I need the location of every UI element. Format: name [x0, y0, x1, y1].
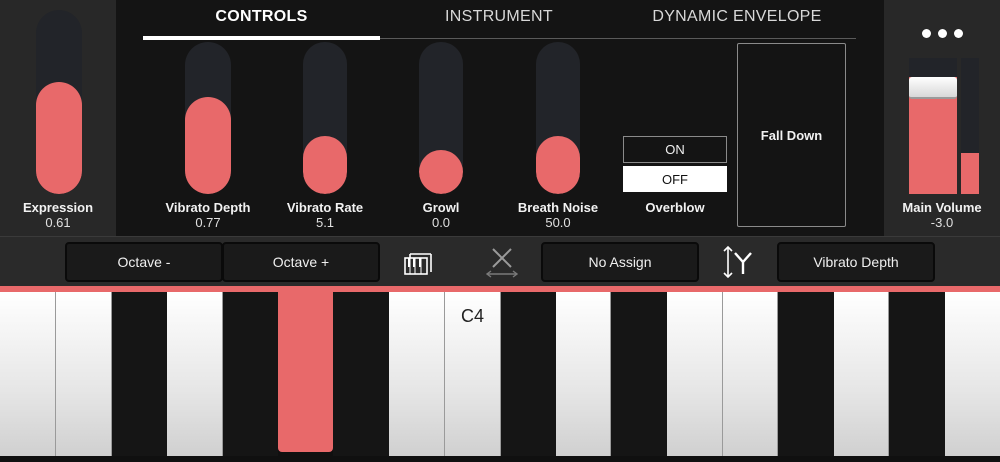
vibrato-rate-value: 5.1	[315, 215, 335, 230]
volume-meter	[961, 58, 979, 194]
black-key[interactable]	[501, 292, 556, 456]
volume-meter-fill	[961, 153, 979, 194]
black-key[interactable]	[889, 292, 945, 456]
x-assign-button[interactable]: No Assign	[541, 242, 699, 282]
white-key[interactable]	[723, 292, 778, 456]
main-volume-value: -3.0	[930, 215, 954, 230]
growl-value: 0.0	[431, 215, 451, 230]
more-icon[interactable]	[922, 28, 963, 40]
growl-slider[interactable]	[419, 42, 463, 194]
white-key[interactable]	[167, 292, 223, 456]
breath-noise-slider-fill	[536, 136, 580, 194]
vibrato-depth-label: Vibrato Depth	[165, 200, 251, 215]
vibrato-depth-value: 0.77	[195, 215, 221, 230]
white-key-c4[interactable]: C4	[445, 292, 501, 456]
expression-value: 0.61	[45, 215, 71, 230]
expression-slider-fill	[36, 81, 82, 194]
vibrato-depth-slider[interactable]	[185, 42, 231, 194]
vibrato-rate-slider[interactable]	[303, 42, 347, 194]
black-key[interactable]	[611, 292, 667, 456]
white-key[interactable]	[834, 292, 889, 456]
black-key[interactable]	[223, 292, 278, 456]
white-key[interactable]	[667, 292, 723, 456]
growl-slider-fill	[419, 150, 463, 194]
black-key[interactable]	[778, 292, 834, 456]
overblow-label: Overblow	[645, 200, 705, 215]
octave-down-button[interactable]: Octave -	[65, 242, 223, 282]
white-key[interactable]	[0, 292, 56, 456]
y-assign-button[interactable]: Vibrato Depth	[777, 242, 935, 282]
overblow-off-button[interactable]: OFF	[623, 166, 727, 192]
main-volume-panel: Main Volume -3.0	[884, 0, 1000, 236]
octave-up-button[interactable]: Octave +	[222, 242, 380, 282]
vibrato-rate-label: Vibrato Rate	[286, 200, 364, 215]
black-key[interactable]	[333, 292, 389, 456]
white-key[interactable]	[389, 292, 445, 456]
note-label: C4	[460, 306, 484, 326]
vibrato-rate-slider-fill	[303, 136, 347, 194]
x-axis-icon	[484, 246, 520, 278]
black-key[interactable]	[112, 292, 167, 456]
tab-dynamic-envelope[interactable]: DYNAMIC ENVELOPE	[618, 8, 856, 26]
breath-noise-slider[interactable]	[536, 42, 580, 194]
main-volume-label: Main Volume	[902, 200, 982, 215]
tab-active-underline	[143, 36, 380, 40]
white-key[interactable]	[56, 292, 112, 456]
fall-down-button[interactable]: Fall Down	[737, 43, 846, 227]
white-key[interactable]	[945, 292, 1000, 456]
keyboard-layout-icon[interactable]	[404, 250, 434, 276]
breath-noise-label: Breath Noise	[517, 200, 599, 215]
tab-instrument[interactable]: INSTRUMENT	[380, 8, 618, 26]
y-axis-icon	[720, 245, 756, 279]
active-key[interactable]	[278, 292, 333, 452]
expression-label: Expression	[22, 200, 94, 215]
fall-down-label: Fall Down	[760, 128, 823, 143]
vibrato-depth-slider-fill	[185, 96, 231, 194]
expression-panel: Expression 0.61	[0, 0, 116, 236]
expression-slider[interactable]	[36, 10, 82, 194]
growl-label: Growl	[422, 200, 460, 215]
overblow-on-button[interactable]: ON	[623, 136, 727, 163]
white-key[interactable]	[556, 292, 611, 456]
breath-noise-value: 50.0	[545, 215, 571, 230]
tab-controls[interactable]: CONTROLS	[143, 8, 380, 26]
main-volume-slider[interactable]	[909, 58, 957, 194]
main-volume-handle[interactable]	[909, 77, 957, 100]
